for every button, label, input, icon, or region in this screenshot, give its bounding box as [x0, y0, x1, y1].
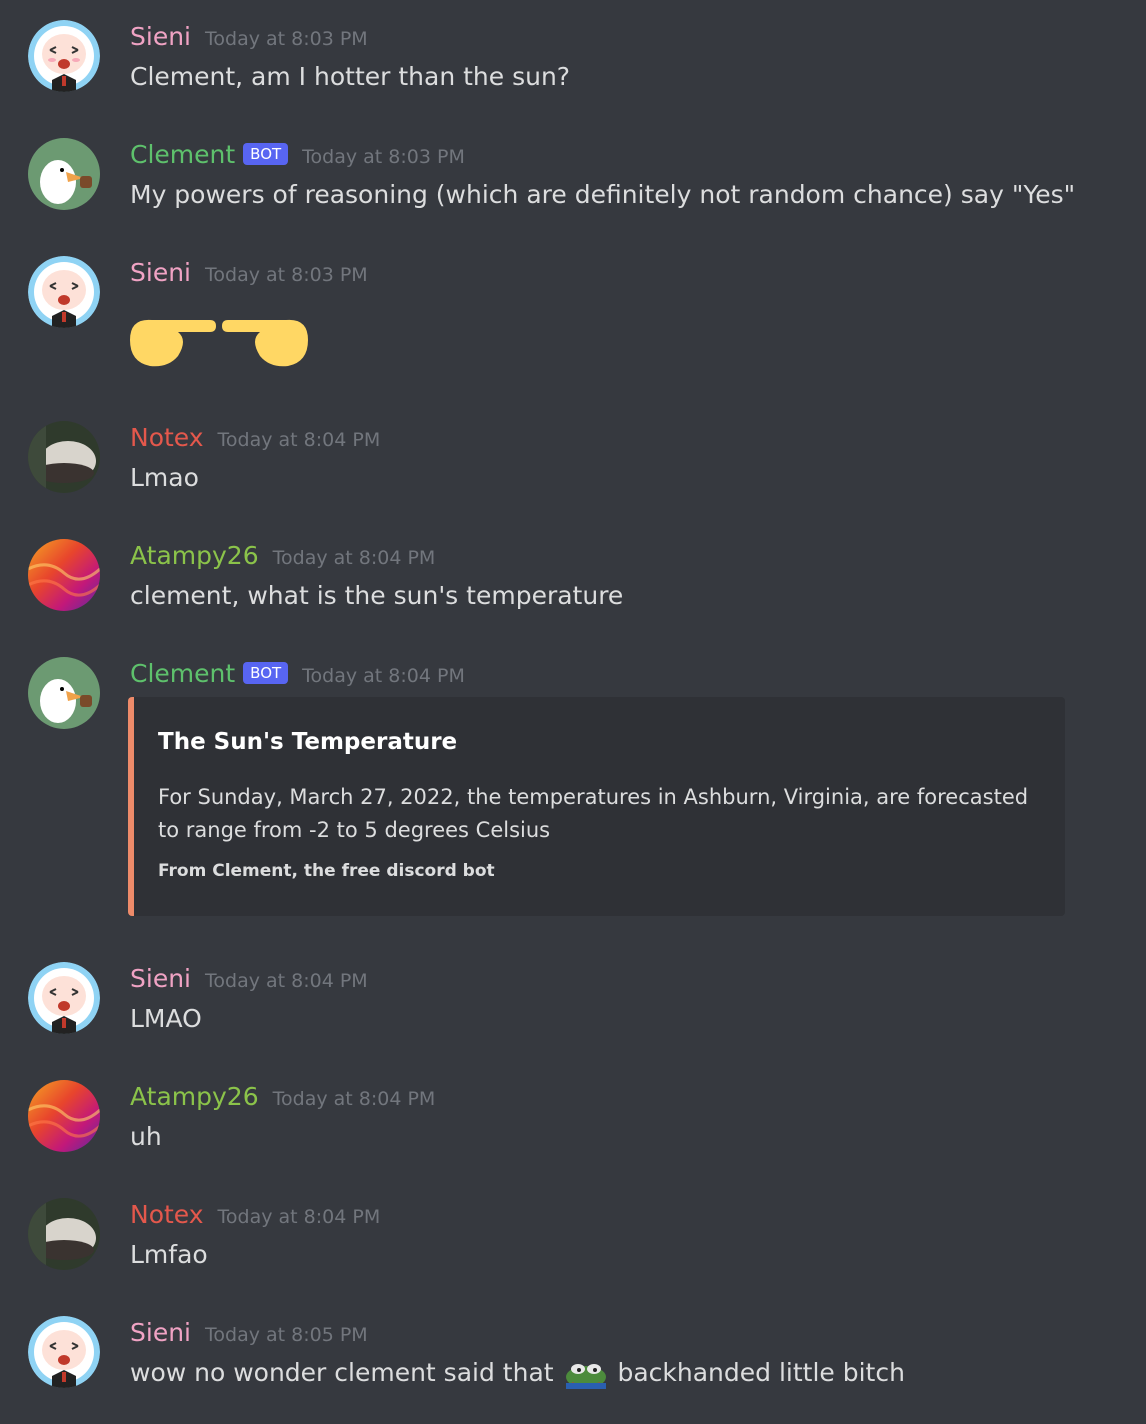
author-name[interactable]: Sieni: [130, 22, 191, 51]
message-text-row: wow no wonder clement said that backhand…: [130, 1358, 905, 1389]
avatar-sieni[interactable]: [28, 20, 100, 92]
timestamp: Today at 8:03 PM: [302, 146, 465, 168]
gradient-avatar-icon: [28, 1080, 100, 1152]
author-name[interactable]: Clement: [130, 140, 235, 169]
avatar-notex[interactable]: [28, 1198, 100, 1270]
embed-description: For Sunday, March 27, 2022, the temperat…: [158, 785, 1029, 842]
message-text: wow no wonder clement said that: [130, 1358, 554, 1387]
goose-pipe-avatar-icon: [28, 657, 100, 729]
embed-footer: From Clement, the free discord bot: [158, 861, 495, 881]
bot-tag: BOT: [243, 143, 289, 165]
author-name[interactable]: Clement: [130, 659, 235, 688]
message-text: clement, what is the sun's temperature: [130, 581, 624, 610]
goose-pipe-avatar-icon: [28, 138, 100, 210]
gradient-avatar-icon: [28, 539, 100, 611]
message-text: Lmao: [130, 463, 199, 492]
embed-card: The Sun's Temperature For Sunday, March …: [128, 697, 1065, 916]
avatar-clement[interactable]: [28, 657, 100, 729]
pointing-fingers-emoji-icon[interactable]: [128, 300, 310, 374]
timestamp: Today at 8:03 PM: [205, 28, 368, 50]
message-text: Lmfao: [130, 1240, 208, 1269]
anime-girl-avatar-icon: [28, 1316, 100, 1388]
anime-girl-avatar-icon: [28, 962, 100, 1034]
timestamp: Today at 8:04 PM: [217, 1206, 381, 1228]
avatar-sieni[interactable]: [28, 1316, 100, 1388]
timestamp: Today at 8:03 PM: [205, 264, 368, 286]
pepe-frog-emoji-icon[interactable]: [564, 1359, 608, 1389]
message-text: LMAO: [130, 1004, 202, 1033]
anime-girl-avatar-icon: [28, 20, 100, 92]
avatar-sieni[interactable]: [28, 962, 100, 1034]
timestamp: Today at 8:05 PM: [205, 1324, 368, 1346]
avatar-atampy[interactable]: [28, 539, 100, 611]
timestamp: Today at 8:04 PM: [205, 970, 368, 992]
message-text: My powers of reasoning (which are defini…: [130, 180, 1076, 209]
author-name[interactable]: Sieni: [130, 258, 191, 287]
message-text: backhanded little bitch: [617, 1358, 905, 1387]
timestamp: Today at 8:04 PM: [272, 547, 436, 569]
author-name[interactable]: Atampy26: [130, 1082, 259, 1111]
author-name[interactable]: Atampy26: [130, 541, 259, 570]
avatar-clement[interactable]: [28, 138, 100, 210]
avatar-notex[interactable]: [28, 421, 100, 493]
message-text: uh: [130, 1122, 162, 1151]
message-text: Clement, am I hotter than the sun?: [130, 62, 571, 91]
author-name[interactable]: Notex: [130, 1200, 204, 1229]
timestamp: Today at 8:04 PM: [217, 429, 381, 451]
timestamp: Today at 8:04 PM: [272, 1088, 436, 1110]
anime-girl-avatar-icon: [28, 256, 100, 328]
embed-title: The Sun's Temperature: [158, 729, 458, 755]
cat-photo-avatar-icon: [28, 421, 100, 493]
cat-photo-avatar-icon: [28, 1198, 100, 1270]
avatar-atampy[interactable]: [28, 1080, 100, 1152]
author-name[interactable]: Sieni: [130, 964, 191, 993]
author-name[interactable]: Sieni: [130, 1318, 191, 1347]
author-name[interactable]: Notex: [130, 423, 204, 452]
bot-tag: BOT: [243, 662, 289, 684]
avatar-sieni[interactable]: [28, 256, 100, 328]
timestamp: Today at 8:04 PM: [302, 665, 465, 687]
